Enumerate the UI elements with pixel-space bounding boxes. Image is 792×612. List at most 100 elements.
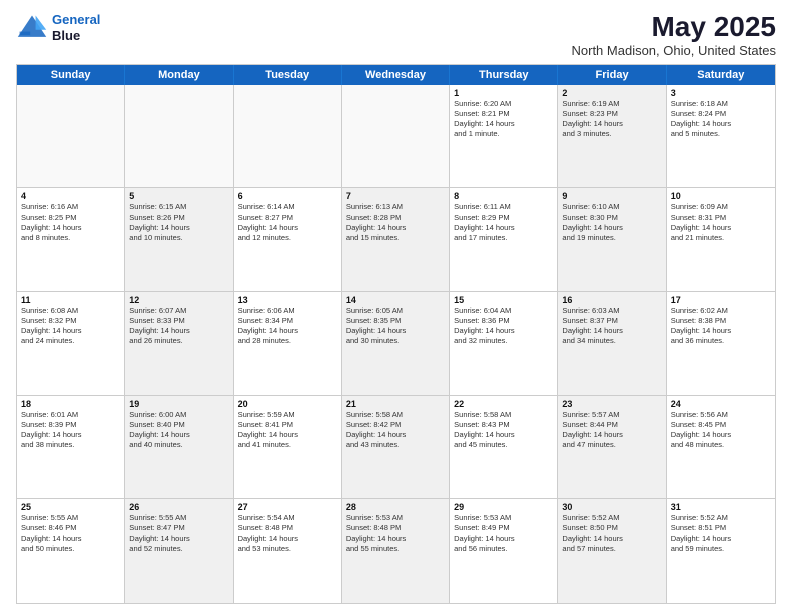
calendar-cell: 15Sunrise: 6:04 AM Sunset: 8:36 PM Dayli… <box>450 292 558 395</box>
calendar-cell: 23Sunrise: 5:57 AM Sunset: 8:44 PM Dayli… <box>558 396 666 499</box>
day-number: 27 <box>238 502 337 512</box>
calendar-row: 11Sunrise: 6:08 AM Sunset: 8:32 PM Dayli… <box>17 292 775 396</box>
day-info: Sunrise: 6:10 AM Sunset: 8:30 PM Dayligh… <box>562 202 661 243</box>
day-number: 28 <box>346 502 445 512</box>
calendar-cell: 8Sunrise: 6:11 AM Sunset: 8:29 PM Daylig… <box>450 188 558 291</box>
day-number: 17 <box>671 295 771 305</box>
calendar-cell: 3Sunrise: 6:18 AM Sunset: 8:24 PM Daylig… <box>667 85 775 188</box>
calendar-row: 4Sunrise: 6:16 AM Sunset: 8:25 PM Daylig… <box>17 188 775 292</box>
day-info: Sunrise: 6:13 AM Sunset: 8:28 PM Dayligh… <box>346 202 445 243</box>
calendar-header: SundayMondayTuesdayWednesdayThursdayFrid… <box>17 65 775 85</box>
day-info: Sunrise: 6:16 AM Sunset: 8:25 PM Dayligh… <box>21 202 120 243</box>
day-info: Sunrise: 6:02 AM Sunset: 8:38 PM Dayligh… <box>671 306 771 347</box>
day-info: Sunrise: 6:01 AM Sunset: 8:39 PM Dayligh… <box>21 410 120 451</box>
calendar-row: 25Sunrise: 5:55 AM Sunset: 8:46 PM Dayli… <box>17 499 775 603</box>
day-number: 16 <box>562 295 661 305</box>
calendar-cell: 7Sunrise: 6:13 AM Sunset: 8:28 PM Daylig… <box>342 188 450 291</box>
day-number: 26 <box>129 502 228 512</box>
day-number: 10 <box>671 191 771 201</box>
logo-text: General Blue <box>52 12 100 43</box>
day-number: 20 <box>238 399 337 409</box>
calendar-cell: 1Sunrise: 6:20 AM Sunset: 8:21 PM Daylig… <box>450 85 558 188</box>
calendar-cell <box>342 85 450 188</box>
main-title: May 2025 <box>572 12 777 43</box>
day-number: 3 <box>671 88 771 98</box>
calendar-cell: 25Sunrise: 5:55 AM Sunset: 8:46 PM Dayli… <box>17 499 125 603</box>
day-number: 9 <box>562 191 661 201</box>
logo-icon <box>16 12 48 44</box>
calendar-cell: 18Sunrise: 6:01 AM Sunset: 8:39 PM Dayli… <box>17 396 125 499</box>
calendar-cell: 2Sunrise: 6:19 AM Sunset: 8:23 PM Daylig… <box>558 85 666 188</box>
day-info: Sunrise: 5:53 AM Sunset: 8:49 PM Dayligh… <box>454 513 553 554</box>
calendar-cell: 10Sunrise: 6:09 AM Sunset: 8:31 PM Dayli… <box>667 188 775 291</box>
page: General Blue May 2025 North Madison, Ohi… <box>0 0 792 612</box>
day-number: 5 <box>129 191 228 201</box>
calendar-header-day: Sunday <box>17 65 125 85</box>
day-info: Sunrise: 6:20 AM Sunset: 8:21 PM Dayligh… <box>454 99 553 140</box>
calendar-header-day: Wednesday <box>342 65 450 85</box>
day-info: Sunrise: 6:19 AM Sunset: 8:23 PM Dayligh… <box>562 99 661 140</box>
day-info: Sunrise: 6:03 AM Sunset: 8:37 PM Dayligh… <box>562 306 661 347</box>
calendar-header-day: Monday <box>125 65 233 85</box>
day-info: Sunrise: 5:52 AM Sunset: 8:50 PM Dayligh… <box>562 513 661 554</box>
day-info: Sunrise: 5:55 AM Sunset: 8:47 PM Dayligh… <box>129 513 228 554</box>
logo-line2: Blue <box>52 28 100 44</box>
calendar-cell <box>17 85 125 188</box>
day-info: Sunrise: 5:58 AM Sunset: 8:42 PM Dayligh… <box>346 410 445 451</box>
day-info: Sunrise: 6:05 AM Sunset: 8:35 PM Dayligh… <box>346 306 445 347</box>
day-number: 8 <box>454 191 553 201</box>
calendar-cell: 16Sunrise: 6:03 AM Sunset: 8:37 PM Dayli… <box>558 292 666 395</box>
day-number: 11 <box>21 295 120 305</box>
day-number: 30 <box>562 502 661 512</box>
day-info: Sunrise: 5:55 AM Sunset: 8:46 PM Dayligh… <box>21 513 120 554</box>
day-info: Sunrise: 6:15 AM Sunset: 8:26 PM Dayligh… <box>129 202 228 243</box>
day-number: 19 <box>129 399 228 409</box>
calendar-cell: 14Sunrise: 6:05 AM Sunset: 8:35 PM Dayli… <box>342 292 450 395</box>
day-info: Sunrise: 6:09 AM Sunset: 8:31 PM Dayligh… <box>671 202 771 243</box>
day-info: Sunrise: 5:58 AM Sunset: 8:43 PM Dayligh… <box>454 410 553 451</box>
calendar-cell: 31Sunrise: 5:52 AM Sunset: 8:51 PM Dayli… <box>667 499 775 603</box>
calendar-cell: 11Sunrise: 6:08 AM Sunset: 8:32 PM Dayli… <box>17 292 125 395</box>
day-number: 23 <box>562 399 661 409</box>
calendar-cell: 28Sunrise: 5:53 AM Sunset: 8:48 PM Dayli… <box>342 499 450 603</box>
day-number: 31 <box>671 502 771 512</box>
calendar-cell: 12Sunrise: 6:07 AM Sunset: 8:33 PM Dayli… <box>125 292 233 395</box>
day-info: Sunrise: 6:08 AM Sunset: 8:32 PM Dayligh… <box>21 306 120 347</box>
day-info: Sunrise: 6:00 AM Sunset: 8:40 PM Dayligh… <box>129 410 228 451</box>
day-info: Sunrise: 5:57 AM Sunset: 8:44 PM Dayligh… <box>562 410 661 451</box>
title-block: May 2025 North Madison, Ohio, United Sta… <box>572 12 777 58</box>
calendar-cell: 6Sunrise: 6:14 AM Sunset: 8:27 PM Daylig… <box>234 188 342 291</box>
day-info: Sunrise: 6:04 AM Sunset: 8:36 PM Dayligh… <box>454 306 553 347</box>
calendar-cell <box>125 85 233 188</box>
day-number: 14 <box>346 295 445 305</box>
day-info: Sunrise: 5:52 AM Sunset: 8:51 PM Dayligh… <box>671 513 771 554</box>
calendar-cell: 20Sunrise: 5:59 AM Sunset: 8:41 PM Dayli… <box>234 396 342 499</box>
day-info: Sunrise: 5:59 AM Sunset: 8:41 PM Dayligh… <box>238 410 337 451</box>
day-info: Sunrise: 6:18 AM Sunset: 8:24 PM Dayligh… <box>671 99 771 140</box>
calendar-cell: 27Sunrise: 5:54 AM Sunset: 8:48 PM Dayli… <box>234 499 342 603</box>
day-info: Sunrise: 5:54 AM Sunset: 8:48 PM Dayligh… <box>238 513 337 554</box>
day-number: 18 <box>21 399 120 409</box>
day-number: 6 <box>238 191 337 201</box>
calendar-header-day: Friday <box>558 65 666 85</box>
day-number: 7 <box>346 191 445 201</box>
day-number: 12 <box>129 295 228 305</box>
calendar-row: 1Sunrise: 6:20 AM Sunset: 8:21 PM Daylig… <box>17 85 775 189</box>
calendar-cell: 9Sunrise: 6:10 AM Sunset: 8:30 PM Daylig… <box>558 188 666 291</box>
logo: General Blue <box>16 12 100 44</box>
calendar-cell: 29Sunrise: 5:53 AM Sunset: 8:49 PM Dayli… <box>450 499 558 603</box>
day-info: Sunrise: 6:14 AM Sunset: 8:27 PM Dayligh… <box>238 202 337 243</box>
day-info: Sunrise: 5:53 AM Sunset: 8:48 PM Dayligh… <box>346 513 445 554</box>
calendar-cell: 13Sunrise: 6:06 AM Sunset: 8:34 PM Dayli… <box>234 292 342 395</box>
day-info: Sunrise: 5:56 AM Sunset: 8:45 PM Dayligh… <box>671 410 771 451</box>
day-info: Sunrise: 6:11 AM Sunset: 8:29 PM Dayligh… <box>454 202 553 243</box>
day-number: 13 <box>238 295 337 305</box>
day-number: 21 <box>346 399 445 409</box>
calendar-cell: 24Sunrise: 5:56 AM Sunset: 8:45 PM Dayli… <box>667 396 775 499</box>
calendar-cell: 4Sunrise: 6:16 AM Sunset: 8:25 PM Daylig… <box>17 188 125 291</box>
calendar-cell: 26Sunrise: 5:55 AM Sunset: 8:47 PM Dayli… <box>125 499 233 603</box>
day-number: 22 <box>454 399 553 409</box>
calendar-cell: 5Sunrise: 6:15 AM Sunset: 8:26 PM Daylig… <box>125 188 233 291</box>
calendar-cell: 30Sunrise: 5:52 AM Sunset: 8:50 PM Dayli… <box>558 499 666 603</box>
day-info: Sunrise: 6:07 AM Sunset: 8:33 PM Dayligh… <box>129 306 228 347</box>
